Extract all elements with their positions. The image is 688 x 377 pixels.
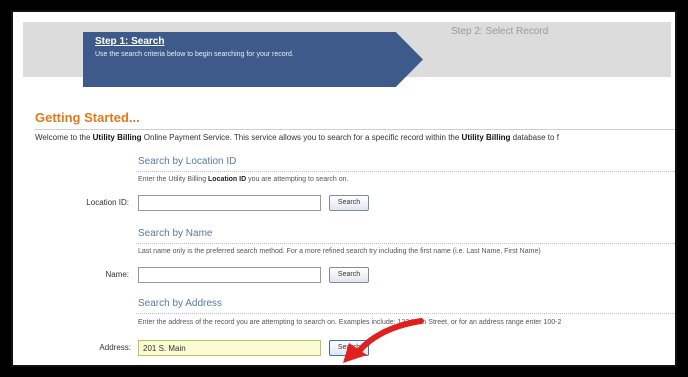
welcome-pre: Welcome to the xyxy=(35,133,93,142)
address-section-title: Search by Address xyxy=(138,298,222,309)
name-section-title: Search by Name xyxy=(138,228,213,239)
browser-frame: Step 1: Search Use the search criteria b… xyxy=(11,10,677,367)
location-id-input[interactable] xyxy=(138,195,321,211)
location-search-button[interactable]: Search xyxy=(329,195,369,211)
location-id-label: Location ID: xyxy=(86,198,129,207)
red-arrow-icon xyxy=(343,318,424,363)
name-section-desc: Last name only is the preferred search m… xyxy=(138,248,541,255)
step-1-search: Step 1: Search Use the search criteria b… xyxy=(83,32,423,87)
name-label: Name: xyxy=(105,270,129,279)
step-progress-bar: Step 1: Search Use the search criteria b… xyxy=(23,22,671,87)
section-divider xyxy=(136,171,675,172)
location-desc-pre: Enter the Utility Billing xyxy=(138,176,209,183)
divider xyxy=(35,129,675,130)
welcome-text: Welcome to the Utility Billing Online Pa… xyxy=(35,133,559,142)
step-1-description: Use the search criteria below to begin s… xyxy=(95,51,294,58)
welcome-mid: Online Payment Service. This service all… xyxy=(141,133,462,142)
section-divider xyxy=(136,243,675,244)
step-2-title: Step 2: Select Record xyxy=(451,26,549,37)
welcome-post: database to f xyxy=(510,133,559,142)
name-input[interactable] xyxy=(138,267,321,283)
step-1-title[interactable]: Step 1: Search xyxy=(95,36,164,47)
location-section-desc: Enter the Utility Billing Location ID yo… xyxy=(138,176,349,183)
location-section-title: Search by Location ID xyxy=(138,156,237,167)
address-input[interactable]: 201 S. Main xyxy=(138,340,321,356)
section-divider xyxy=(136,313,675,314)
location-desc-bold: Location ID xyxy=(208,176,247,183)
name-search-button[interactable]: Search xyxy=(329,267,369,283)
welcome-bold-1: Utility Billing xyxy=(92,133,142,142)
location-desc-post: you are attempting to search on. xyxy=(246,176,349,183)
welcome-bold-2: Utility Billing xyxy=(461,133,511,142)
page-title: Getting Started... xyxy=(35,110,140,125)
address-label: Address: xyxy=(99,343,131,352)
